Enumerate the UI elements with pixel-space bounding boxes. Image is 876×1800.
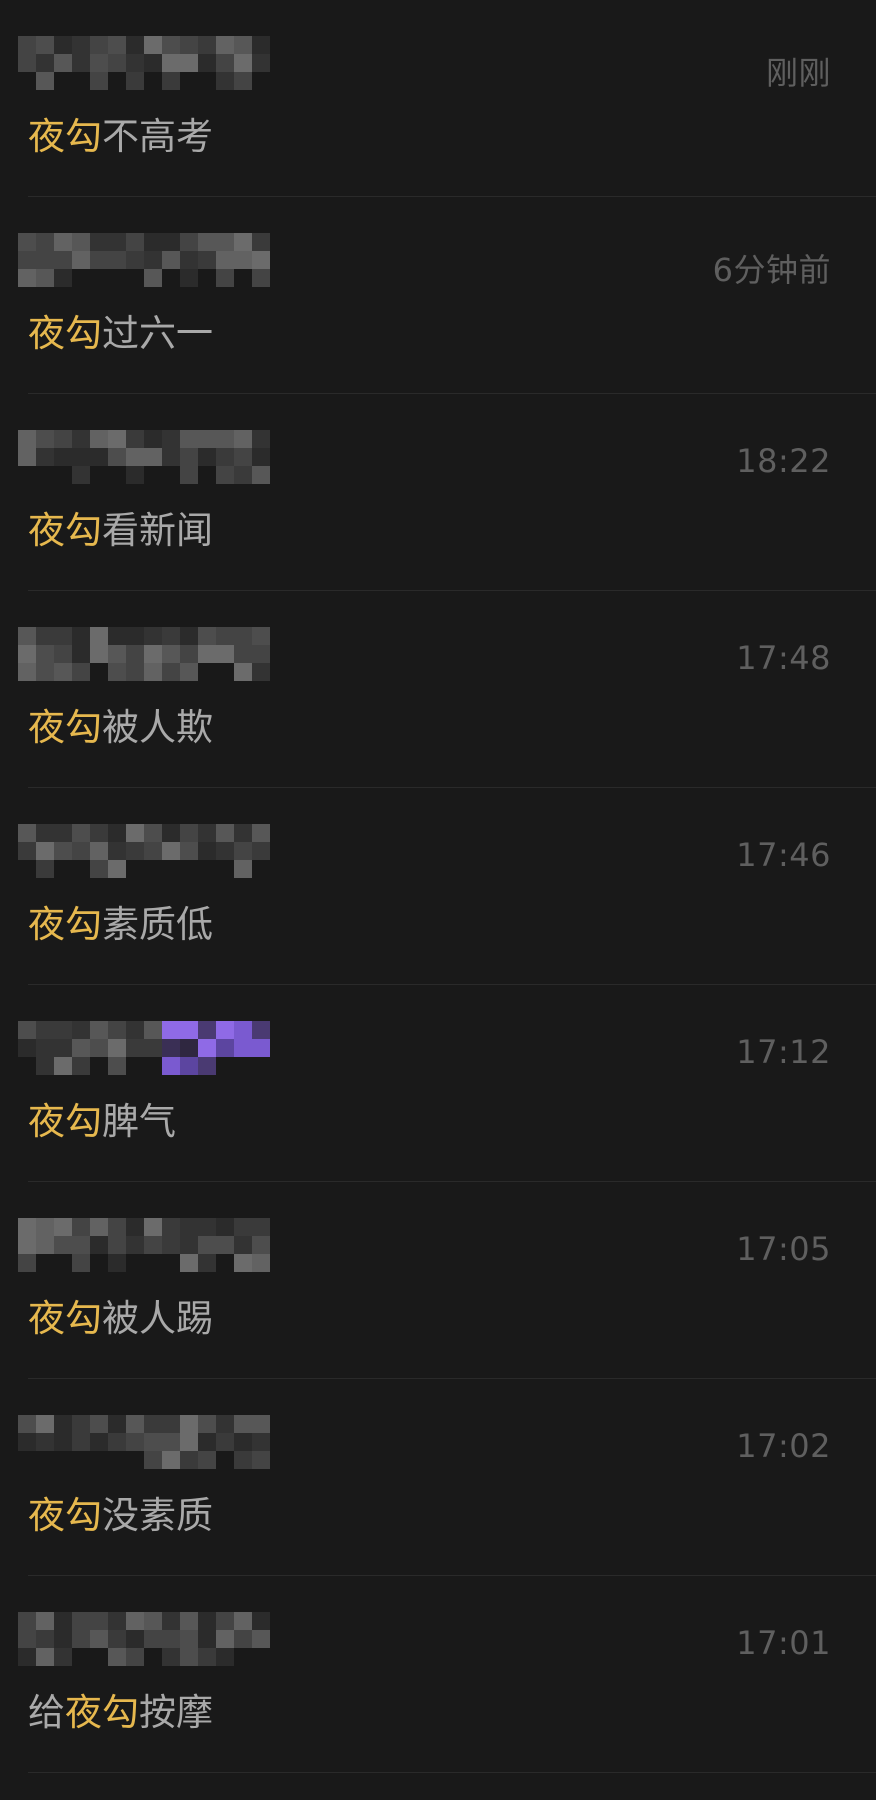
message-time: 17:46 xyxy=(736,836,831,874)
highlighted-keyword: 夜勾 xyxy=(28,1494,102,1537)
message-time: 刚刚 xyxy=(765,54,831,92)
message-time: 6分钟前 xyxy=(712,251,831,289)
message-text: 给 xyxy=(28,1691,65,1734)
message-text: 素质低 xyxy=(102,903,213,946)
message-time: 17:02 xyxy=(736,1427,831,1465)
conversation-item[interactable]: 17:05 夜勾被人踢 xyxy=(0,1182,876,1379)
message-preview: 给夜勾按摩 xyxy=(28,1689,213,1737)
conversation-list: 刚刚 夜勾不高考 6分钟前 夜勾过六一 18:22 夜勾看新闻 17:48 夜勾被人欺 17:4… xyxy=(0,0,876,1773)
message-text: 不高考 xyxy=(102,115,213,158)
message-preview: 夜勾看新闻 xyxy=(28,507,213,555)
highlighted-keyword: 夜勾 xyxy=(28,903,102,946)
redacted-contact-name xyxy=(18,1415,306,1469)
redacted-contact-name xyxy=(18,1612,306,1666)
message-preview: 夜勾没素质 xyxy=(28,1492,213,1540)
message-text: 看新闻 xyxy=(102,509,213,552)
redacted-contact-name xyxy=(18,36,306,90)
message-preview: 夜勾被人踢 xyxy=(28,1295,213,1343)
row-divider xyxy=(28,1772,876,1773)
redacted-contact-name xyxy=(18,1021,306,1075)
highlighted-keyword: 夜勾 xyxy=(28,706,102,749)
redacted-contact-name xyxy=(18,430,306,484)
message-time: 17:48 xyxy=(736,639,831,677)
conversation-item[interactable]: 18:22 夜勾看新闻 xyxy=(0,394,876,591)
highlighted-keyword: 夜勾 xyxy=(65,1691,139,1734)
highlighted-keyword: 夜勾 xyxy=(28,1297,102,1340)
conversation-item[interactable]: 17:01 给夜勾按摩 xyxy=(0,1576,876,1773)
message-preview: 夜勾被人欺 xyxy=(28,704,213,752)
conversation-item[interactable]: 17:02 夜勾没素质 xyxy=(0,1379,876,1576)
message-preview: 夜勾素质低 xyxy=(28,901,213,949)
redacted-contact-name xyxy=(18,233,306,287)
highlighted-keyword: 夜勾 xyxy=(28,1100,102,1143)
message-text: 没素质 xyxy=(102,1494,213,1537)
message-text: 脾气 xyxy=(102,1100,176,1143)
message-time: 18:22 xyxy=(736,442,831,480)
message-text: 按摩 xyxy=(139,1691,213,1734)
message-text: 过六一 xyxy=(102,312,213,355)
highlighted-keyword: 夜勾 xyxy=(28,509,102,552)
redacted-contact-name xyxy=(18,824,306,878)
highlighted-keyword: 夜勾 xyxy=(28,115,102,158)
message-text: 被人踢 xyxy=(102,1297,213,1340)
message-time: 17:01 xyxy=(736,1624,831,1662)
message-time: 17:05 xyxy=(736,1230,831,1268)
redacted-contact-name xyxy=(18,627,306,681)
message-time: 17:12 xyxy=(736,1033,831,1071)
redacted-contact-name xyxy=(18,1218,306,1272)
highlighted-keyword: 夜勾 xyxy=(28,312,102,355)
conversation-item[interactable]: 17:46 夜勾素质低 xyxy=(0,788,876,985)
conversation-item[interactable]: 刚刚夜勾不高考 xyxy=(0,0,876,197)
conversation-item[interactable]: 17:48 夜勾被人欺 xyxy=(0,591,876,788)
conversation-item[interactable]: 17:12 夜勾脾气 xyxy=(0,985,876,1182)
message-preview: 夜勾过六一 xyxy=(28,310,213,358)
conversation-item[interactable]: 6分钟前夜勾过六一 xyxy=(0,197,876,394)
message-text: 被人欺 xyxy=(102,706,213,749)
message-preview: 夜勾不高考 xyxy=(28,113,213,161)
message-preview: 夜勾脾气 xyxy=(28,1098,176,1146)
